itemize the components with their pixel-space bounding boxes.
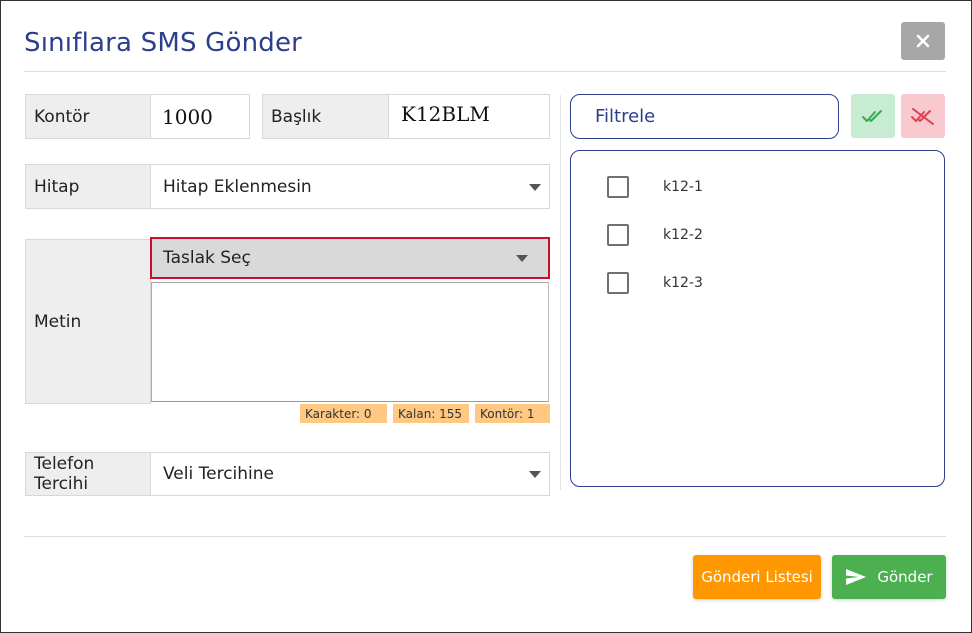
select-all-button[interactable] bbox=[851, 94, 895, 138]
double-check-icon bbox=[862, 110, 882, 122]
send-list-button[interactable]: Gönderi Listesi bbox=[693, 555, 821, 599]
send-button[interactable]: Gönder bbox=[832, 555, 946, 599]
karakter-counter: Karakter: 0 bbox=[300, 404, 387, 423]
deselect-all-button[interactable] bbox=[901, 94, 945, 138]
list-item-label: k12-3 bbox=[663, 275, 703, 291]
filter-input[interactable]: Filtrele bbox=[570, 94, 839, 139]
close-button[interactable] bbox=[901, 22, 945, 60]
send-list-label: Gönderi Listesi bbox=[701, 568, 813, 586]
kontor-value: 1000 bbox=[162, 104, 213, 129]
checkbox[interactable] bbox=[607, 176, 629, 198]
list-item-label: k12-2 bbox=[663, 227, 703, 243]
footer-divider bbox=[24, 536, 946, 537]
baslik-field[interactable]: K12BLM bbox=[388, 94, 550, 139]
taslak-select[interactable]: Taslak Seç bbox=[150, 237, 550, 279]
hitap-label: Hitap bbox=[25, 164, 151, 209]
double-check-cross-icon bbox=[911, 108, 934, 125]
dialog-title: Sınıflara SMS Gönder bbox=[24, 28, 303, 58]
hitap-select[interactable]: Hitap Eklenmesin bbox=[150, 164, 550, 209]
telefon-value: Veli Tercihine bbox=[163, 464, 274, 484]
message-textarea[interactable] bbox=[151, 282, 549, 402]
kalan-counter: Kalan: 155 bbox=[393, 404, 469, 423]
list-item-label: k12-1 bbox=[663, 179, 703, 195]
list-item[interactable]: k12-3 bbox=[607, 271, 703, 295]
close-icon bbox=[916, 34, 930, 48]
metin-label: Metin bbox=[25, 239, 151, 404]
paper-plane-icon bbox=[846, 569, 867, 585]
baslik-value: K12BLM bbox=[401, 101, 490, 126]
send-label: Gönder bbox=[877, 568, 933, 586]
caret-down-icon bbox=[529, 471, 541, 478]
caret-down-icon bbox=[516, 255, 528, 262]
telefon-select[interactable]: Veli Tercihine bbox=[150, 452, 550, 496]
header-divider bbox=[24, 71, 946, 72]
kontor-field[interactable]: 1000 bbox=[150, 94, 250, 139]
list-item[interactable]: k12-1 bbox=[607, 175, 703, 199]
kontor-label: Kontör bbox=[25, 94, 151, 139]
caret-down-icon bbox=[529, 183, 541, 191]
kontor-counter: Kontör: 1 bbox=[475, 404, 550, 423]
baslik-label: Başlık bbox=[262, 94, 389, 139]
checkbox[interactable] bbox=[607, 224, 629, 246]
hitap-value: Hitap Eklenmesin bbox=[163, 176, 312, 197]
class-list: k12-1 k12-2 k12-3 bbox=[570, 150, 945, 487]
list-item[interactable]: k12-2 bbox=[607, 223, 703, 247]
telefon-label: Telefon Tercihi bbox=[25, 452, 151, 496]
taslak-value: Taslak Seç bbox=[163, 248, 251, 268]
column-divider bbox=[560, 95, 561, 490]
checkbox[interactable] bbox=[607, 272, 629, 294]
